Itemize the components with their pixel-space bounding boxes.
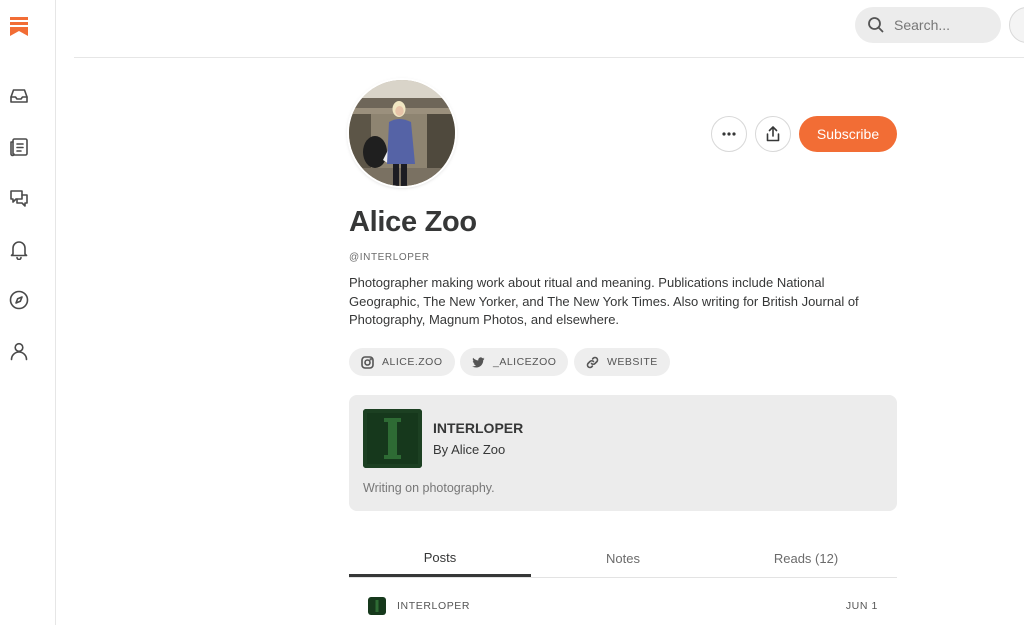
twitter-icon xyxy=(472,356,485,367)
reader-icon[interactable] xyxy=(7,135,31,159)
chip-label: WEBSITE xyxy=(607,356,658,368)
tab-notes[interactable]: Notes xyxy=(532,540,714,577)
chip-label: _ALICEZOO xyxy=(493,356,557,368)
publication-card[interactable]: INTERLOPER By Alice Zoo Writing on photo… xyxy=(349,395,897,511)
publication-logo xyxy=(363,409,422,468)
share-icon xyxy=(766,126,780,142)
post-publication-name: INTERLOPER xyxy=(397,600,471,612)
search-icon xyxy=(868,17,884,33)
link-icon xyxy=(586,356,599,368)
profile-tabs: Posts Notes Reads (12) xyxy=(349,540,897,578)
tab-posts[interactable]: Posts xyxy=(349,540,531,577)
post-publication-logo xyxy=(368,597,386,615)
profile-handle: @INTERLOPER xyxy=(349,252,430,263)
sidebar xyxy=(0,0,56,625)
tab-reads[interactable]: Reads (12) xyxy=(715,540,897,577)
header-divider xyxy=(74,57,1024,58)
publication-description: Writing on photography. xyxy=(363,481,495,495)
post-date: JUN 1 xyxy=(845,600,878,612)
publication-name: INTERLOPER xyxy=(433,420,524,436)
inbox-icon[interactable] xyxy=(7,84,31,108)
avatar xyxy=(349,80,455,186)
search-bar[interactable] xyxy=(855,7,1001,43)
instagram-link-chip[interactable]: ALICE.ZOO xyxy=(349,348,455,376)
instagram-icon xyxy=(361,355,374,369)
search-input[interactable] xyxy=(894,17,994,33)
chat-icon[interactable] xyxy=(7,186,31,210)
publication-author: By Alice Zoo xyxy=(433,442,506,457)
twitter-link-chip[interactable]: _ALICEZOO xyxy=(460,348,569,376)
share-button[interactable] xyxy=(755,116,791,152)
top-right-button[interactable] xyxy=(1009,7,1024,43)
list-item[interactable]: INTERLOPER JUN 1 xyxy=(349,592,897,620)
profile-bio: Photographer making work about ritual an… xyxy=(349,275,859,327)
website-link-chip[interactable]: WEBSITE xyxy=(574,348,670,376)
person-icon[interactable] xyxy=(7,339,31,363)
compass-icon[interactable] xyxy=(7,288,31,312)
profile-name: Alice Zoo xyxy=(349,206,477,238)
ellipsis-icon xyxy=(722,132,736,136)
subscribe-button[interactable]: Subscribe xyxy=(799,116,897,152)
bell-icon[interactable] xyxy=(7,237,31,261)
more-options-button[interactable] xyxy=(711,116,747,152)
chip-label: ALICE.ZOO xyxy=(382,356,443,368)
bookmark-stack-logo-icon[interactable] xyxy=(7,14,31,38)
